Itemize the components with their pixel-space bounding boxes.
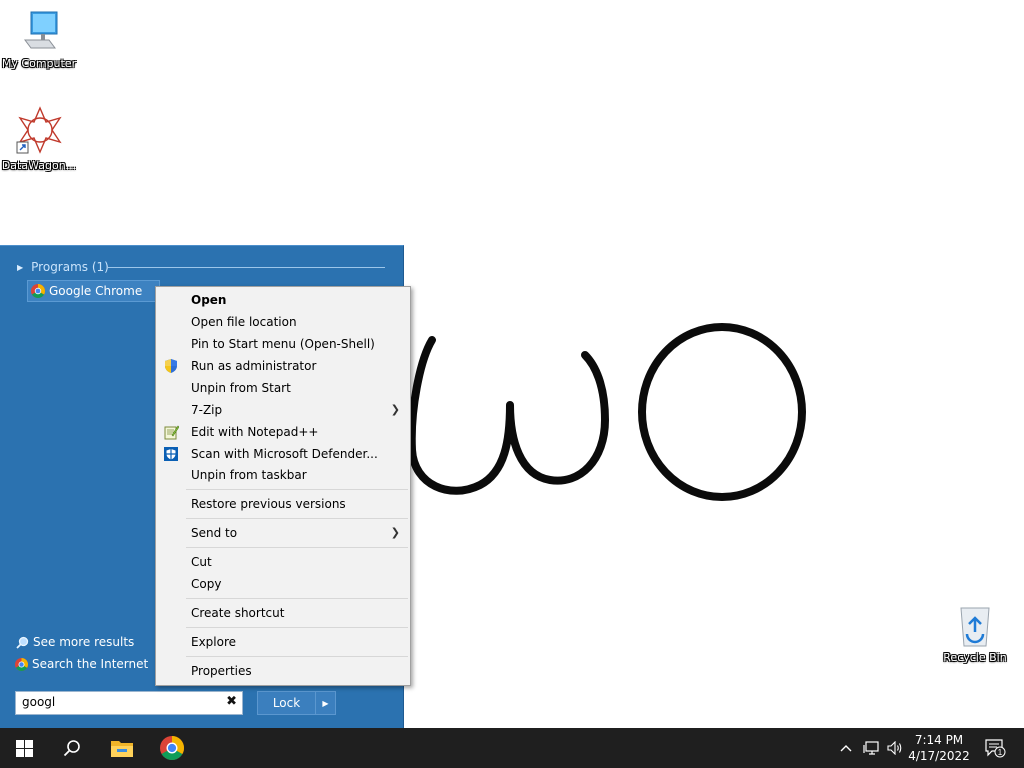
- menu-item-label: Scan with Microsoft Defender...: [191, 447, 378, 461]
- menu-separator: [186, 489, 408, 490]
- menu-item-label: Explore: [191, 635, 237, 649]
- programs-section-header[interactable]: ▶ Programs (1): [17, 260, 109, 274]
- menu-item-create-shortcut[interactable]: Create shortcut: [158, 602, 408, 624]
- desktop-icon-label: DataWagon...: [1, 159, 77, 172]
- menu-item-label: Restore previous versions: [191, 497, 346, 511]
- menu-item-restore-previous-versions[interactable]: Restore previous versions: [158, 493, 408, 515]
- notepadpp-icon: [164, 425, 179, 440]
- notification-count: 1: [998, 748, 1003, 757]
- notification-icon: 1: [985, 739, 1006, 758]
- submenu-chevron-icon: ❯: [390, 526, 400, 539]
- menu-item-label: Unpin from taskbar: [191, 468, 307, 482]
- show-hidden-icons-button[interactable]: [836, 728, 856, 768]
- menu-item-label: Cut: [191, 555, 212, 569]
- desktop-icon-label: My Computer: [1, 57, 77, 70]
- search-icon: [16, 636, 29, 649]
- menu-separator: [186, 518, 408, 519]
- submenu-chevron-icon: ❯: [390, 403, 400, 416]
- see-more-label: See more results: [33, 635, 135, 649]
- menu-item-label: Unpin from Start: [191, 381, 291, 395]
- clock[interactable]: 7:14 PM 4/17/2022: [906, 728, 972, 768]
- recycle-bin-icon: [960, 607, 990, 647]
- menu-item-run-as-administrator[interactable]: Run as administrator: [158, 355, 408, 377]
- search-internet-label: Search the Internet: [32, 657, 149, 671]
- program-item-google-chrome[interactable]: Google Chrome: [27, 280, 160, 302]
- menu-separator: [186, 547, 408, 548]
- menu-item-label: Send to: [191, 526, 238, 540]
- start-search-input[interactable]: googl ✖: [15, 691, 243, 715]
- menu-item-send-to[interactable]: Send to ❯: [158, 522, 408, 544]
- power-options-arrow-button[interactable]: ▶: [315, 691, 336, 715]
- taskbar-file-explorer[interactable]: [98, 728, 146, 768]
- lock-button[interactable]: Lock: [257, 691, 316, 715]
- menu-item-label: Run as administrator: [191, 359, 317, 373]
- programs-header-label: Programs (1): [31, 260, 109, 274]
- menu-item-label: Open: [191, 293, 227, 307]
- file-explorer-icon: [111, 741, 133, 757]
- windows-logo-icon: [15, 739, 33, 757]
- menu-item-scan-with-defender[interactable]: Scan with Microsoft Defender...: [158, 443, 408, 465]
- menu-item-label: Copy: [191, 577, 222, 591]
- menu-item-label: Create shortcut: [191, 606, 285, 620]
- desktop-icon-recycle-bin[interactable]: Recycle Bin: [937, 602, 1013, 664]
- chrome-icon: [15, 657, 28, 671]
- context-menu: Open Open file location Pin to Start men…: [155, 286, 411, 686]
- menu-item-unpin-from-start[interactable]: Unpin from Start: [158, 377, 408, 399]
- clear-search-icon[interactable]: ✖: [226, 694, 237, 709]
- desktop-icon-my-computer[interactable]: My Computer: [1, 10, 77, 70]
- defender-icon: [164, 447, 178, 461]
- menu-item-copy[interactable]: Copy: [158, 573, 408, 595]
- search-internet-link[interactable]: Search the Internet: [15, 657, 148, 671]
- menu-separator: [186, 627, 408, 628]
- lock-button-label: Lock: [272, 696, 301, 710]
- chevron-right-icon: ▶: [322, 698, 329, 708]
- action-center-button[interactable]: 1: [980, 728, 1010, 768]
- menu-separator: [186, 598, 408, 599]
- chevron-up-icon: [840, 745, 852, 752]
- uac-shield-icon: [165, 359, 177, 373]
- taskbar-search-button[interactable]: [48, 728, 96, 768]
- menu-item-7zip[interactable]: 7-Zip ❯: [158, 399, 408, 421]
- search-icon: [63, 740, 80, 757]
- menu-item-label: Properties: [191, 664, 252, 678]
- program-item-label: Google Chrome: [49, 284, 143, 298]
- taskbar: 7:14 PM 4/17/2022 1: [0, 728, 1024, 768]
- datawagon-logo-icon: [16, 106, 62, 154]
- section-divider: [108, 267, 385, 268]
- start-button[interactable]: [0, 728, 48, 768]
- wallpaper-handwriting: [407, 323, 806, 501]
- expand-arrow-icon: ▶: [17, 262, 24, 272]
- menu-item-label: 7-Zip: [191, 403, 223, 417]
- see-more-results-link[interactable]: See more results: [16, 635, 134, 649]
- desktop-icon-datawagon[interactable]: DataWagon...: [1, 106, 77, 172]
- menu-item-open-file-location[interactable]: Open file location: [158, 311, 408, 333]
- menu-item-explore[interactable]: Explore: [158, 631, 408, 653]
- menu-item-cut[interactable]: Cut: [158, 551, 408, 573]
- clock-date: 4/17/2022: [908, 749, 970, 763]
- chrome-icon: [31, 284, 45, 298]
- network-icon: [863, 741, 879, 755]
- menu-item-unpin-from-taskbar[interactable]: Unpin from taskbar: [158, 464, 408, 486]
- search-input-value: googl: [22, 695, 56, 709]
- taskbar-google-chrome[interactable]: [148, 728, 196, 768]
- menu-item-properties[interactable]: Properties: [158, 660, 408, 682]
- menu-separator: [186, 656, 408, 657]
- menu-item-pin-to-start[interactable]: Pin to Start menu (Open-Shell): [158, 333, 408, 355]
- clock-time: 7:14 PM: [914, 733, 964, 747]
- menu-item-label: Pin to Start menu (Open-Shell): [191, 337, 375, 351]
- chrome-icon: [160, 736, 184, 760]
- network-status-button[interactable]: [860, 728, 882, 768]
- menu-item-edit-with-notepadpp[interactable]: Edit with Notepad++: [158, 421, 408, 443]
- desktop-icon-label: Recycle Bin: [943, 651, 1007, 664]
- menu-item-label: Open file location: [191, 315, 297, 329]
- computer-icon: [24, 11, 58, 49]
- volume-icon: [887, 741, 902, 755]
- volume-button[interactable]: [884, 728, 906, 768]
- menu-item-open[interactable]: Open: [158, 289, 408, 311]
- menu-item-label: Edit with Notepad++: [191, 425, 319, 439]
